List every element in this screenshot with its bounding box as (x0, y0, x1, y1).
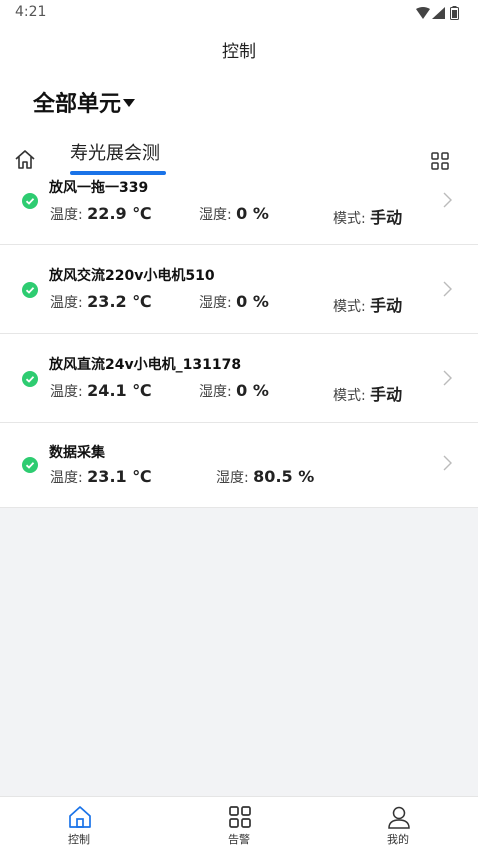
temperature-value: 23.2 ℃ (87, 292, 152, 311)
mode-label: 模式: (333, 211, 366, 227)
check-circle-icon (22, 282, 38, 298)
chevron-right-icon (443, 192, 452, 208)
battery-icon (450, 6, 459, 20)
humidity-value: 0 % (236, 292, 269, 311)
bottom-nav: 控制 告警 我的 (0, 796, 478, 851)
person-icon (388, 806, 410, 829)
page-title: 控制 (222, 42, 256, 62)
grid-icon[interactable] (431, 152, 449, 170)
temperature-value: 23.1 ℃ (87, 467, 152, 486)
mode-value: 手动 (370, 385, 403, 404)
device-name: 放风交流220v小电机510 (49, 268, 215, 284)
humidity-label: 湿度: (199, 384, 232, 400)
wifi-icon (416, 7, 430, 19)
nav-item-alarm[interactable]: 告警 (189, 797, 289, 851)
device-name: 放风一拖一339 (49, 180, 149, 196)
status-time: 4:21 (15, 4, 47, 20)
humidity-reading: 湿度: 0 % (199, 204, 269, 224)
device-list: 放风一拖一339 温度: 22.9 ℃ 湿度: 0 % 模式: 手动 放风交流2… (0, 175, 478, 508)
check-circle-icon (22, 457, 38, 473)
temperature-label: 温度: (50, 295, 83, 311)
humidity-reading: 湿度: 0 % (199, 381, 269, 401)
status-bar: 4:21 (0, 0, 478, 28)
humidity-label: 湿度: (199, 295, 232, 311)
temperature-label: 温度: (50, 470, 83, 486)
mode-value: 手动 (370, 208, 403, 227)
chevron-right-icon (443, 370, 452, 386)
grid-icon (229, 806, 251, 828)
check-circle-icon (22, 193, 38, 209)
mode-label: 模式: (333, 299, 366, 315)
temperature-value: 24.1 ℃ (87, 381, 152, 400)
chevron-right-icon (443, 281, 452, 297)
humidity-value: 0 % (236, 381, 269, 400)
temperature-reading: 温度: 24.1 ℃ (50, 381, 152, 401)
temperature-label: 温度: (50, 207, 83, 223)
device-card[interactable]: 放风交流220v小电机510 温度: 23.2 ℃ 湿度: 0 % 模式: 手动 (0, 245, 478, 334)
device-card[interactable]: 放风一拖一339 温度: 22.9 ℃ 湿度: 0 % 模式: 手动 (0, 175, 478, 245)
humidity-label: 湿度: (216, 470, 249, 486)
temperature-reading: 温度: 22.9 ℃ (50, 204, 152, 224)
home-icon[interactable] (14, 149, 36, 169)
header: 控制 全部单元 寿光展会测 (0, 28, 478, 178)
humidity-value: 80.5 % (253, 467, 315, 486)
status-icons (416, 6, 464, 20)
humidity-value: 0 % (236, 204, 269, 223)
device-name: 放风直流24v小电机_131178 (49, 357, 242, 373)
temperature-label: 温度: (50, 384, 83, 400)
mode-label: 模式: (333, 388, 366, 404)
device-name: 数据采集 (49, 445, 105, 461)
mode-reading: 模式: 手动 (333, 381, 402, 405)
mode-reading: 模式: 手动 (333, 292, 402, 316)
home-icon (69, 806, 91, 828)
caret-down-icon (123, 98, 136, 107)
nav-label: 我的 (387, 833, 409, 846)
tab-label: 寿光展会测 (70, 143, 160, 164)
device-card[interactable]: 放风直流24v小电机_131178 温度: 24.1 ℃ 湿度: 0 % 模式:… (0, 334, 478, 423)
nav-label: 控制 (68, 833, 90, 846)
nav-label: 告警 (228, 833, 250, 846)
device-card[interactable]: 数据采集 温度: 23.1 ℃ 湿度: 80.5 % (0, 423, 478, 508)
unit-selector[interactable]: 全部单元 (33, 86, 136, 118)
humidity-reading: 湿度: 80.5 % (216, 467, 314, 487)
mode-reading: 模式: 手动 (333, 204, 402, 228)
humidity-reading: 湿度: 0 % (199, 292, 269, 312)
chevron-right-icon (443, 455, 452, 471)
temperature-reading: 温度: 23.2 ℃ (50, 292, 152, 312)
mode-value: 手动 (370, 296, 403, 315)
nav-item-mine[interactable]: 我的 (348, 797, 448, 851)
signal-icon (432, 7, 445, 19)
temperature-reading: 温度: 23.1 ℃ (50, 467, 152, 487)
unit-selector-label: 全部单元 (33, 92, 122, 117)
check-circle-icon (22, 371, 38, 387)
temperature-value: 22.9 ℃ (87, 204, 152, 223)
nav-item-control[interactable]: 控制 (29, 797, 129, 851)
humidity-label: 湿度: (199, 207, 232, 223)
